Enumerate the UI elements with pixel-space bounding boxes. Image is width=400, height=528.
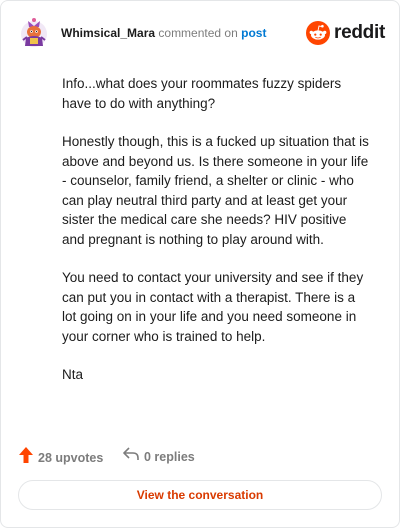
reply-arrow-icon	[122, 446, 140, 467]
upvote-arrow-icon	[18, 446, 34, 469]
replies-count: 0 replies	[144, 449, 195, 464]
comment-meta: Whimsical_Mara commented on post	[61, 26, 266, 40]
comment-body: Info...what does your roommates fuzzy sp…	[62, 74, 372, 404]
comment-paragraph: You need to contact your university and …	[62, 270, 364, 344]
username-link[interactable]: Whimsical_Mara	[61, 26, 155, 40]
comment-header: Whimsical_Mara commented on post reddit	[19, 15, 385, 51]
reddit-wordmark: reddit	[334, 22, 385, 43]
snoo-avatar-icon[interactable]	[19, 17, 49, 49]
comment-paragraph: Honestly though, this is a fucked up sit…	[62, 134, 369, 247]
replies-button[interactable]: 0 replies	[122, 446, 195, 467]
comment-card: Whimsical_Mara commented on post reddit	[0, 0, 400, 528]
view-conversation-button[interactable]: View the conversation	[18, 480, 382, 510]
reddit-logo-icon	[306, 21, 331, 45]
action-text: commented on	[158, 26, 238, 40]
comment-paragraph: Info...what does your roommates fuzzy sp…	[62, 76, 342, 111]
comment-paragraph: Nta	[62, 367, 84, 382]
upvote-count: 28 upvotes	[38, 450, 104, 465]
comment-footer: 28 upvotes 0 replies	[18, 446, 388, 466]
post-link[interactable]: post	[241, 26, 266, 40]
reddit-brand[interactable]: reddit	[306, 21, 385, 45]
upvote-button[interactable]: 28 upvotes	[18, 446, 103, 469]
